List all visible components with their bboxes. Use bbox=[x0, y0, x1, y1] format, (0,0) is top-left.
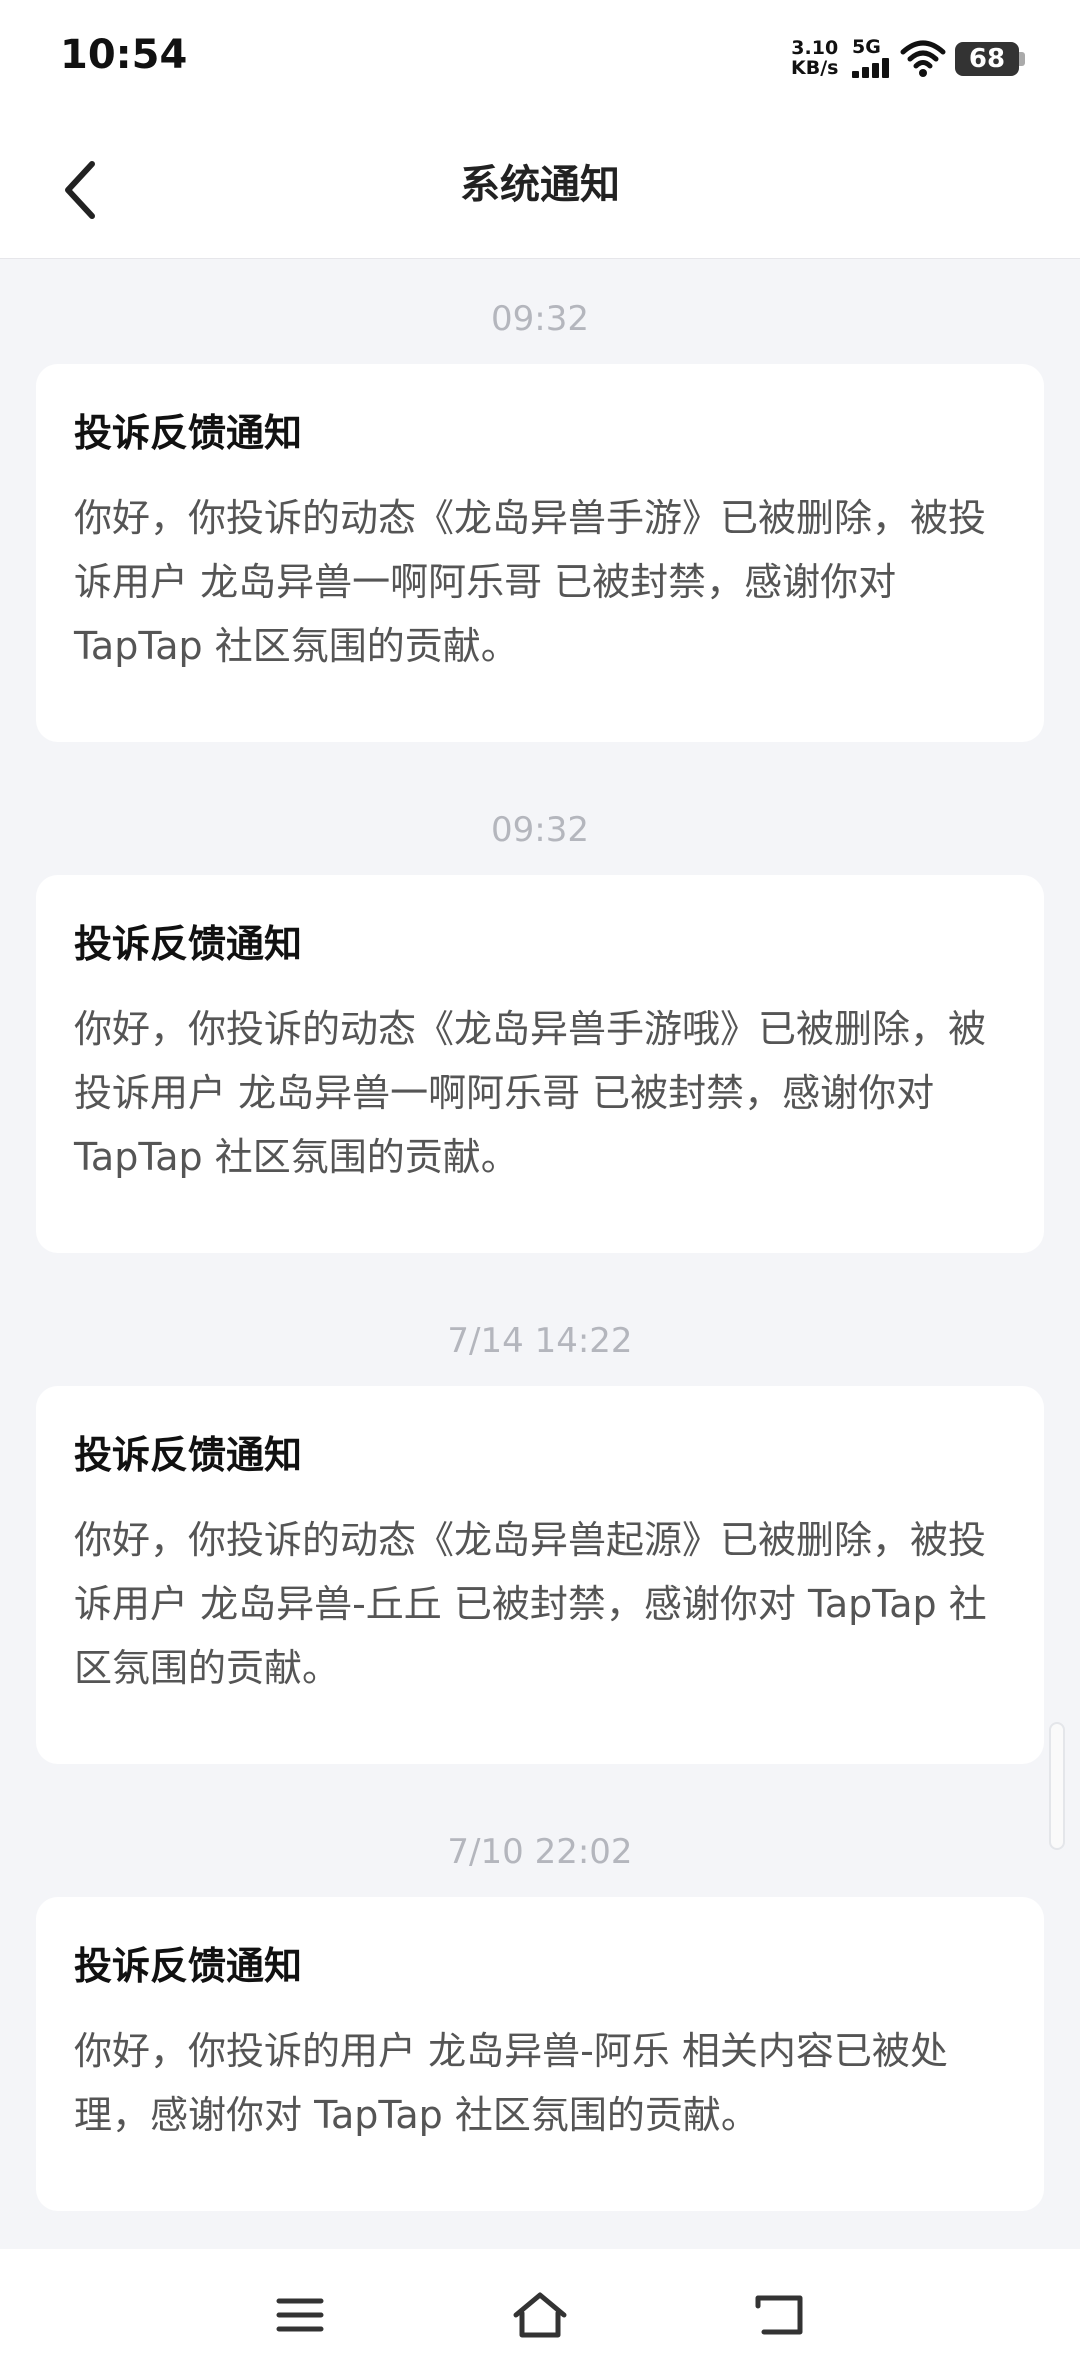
battery-icon: 68 bbox=[955, 42, 1019, 76]
notification-card[interactable]: 投诉反馈通知 你好，你投诉的动态《龙岛异兽手游哦》已被删除，被投诉用户 龙岛异兽… bbox=[36, 875, 1044, 1253]
wifi-icon bbox=[900, 40, 946, 77]
network-speed-unit: KB/s bbox=[791, 57, 839, 79]
network-speed-value: 3.10 bbox=[791, 37, 839, 59]
menu-button[interactable] bbox=[270, 2285, 330, 2345]
status-bar: 10:54 3.10 KB/s 5G 68 bbox=[0, 0, 1080, 120]
notification-title: 投诉反馈通知 bbox=[74, 1433, 303, 1477]
network-speed: 3.10 KB/s bbox=[791, 38, 838, 78]
notification-body: 你好，你投诉的动态《龙岛异兽手游》已被删除，被投诉用户 龙岛异兽一啊阿乐哥 已被… bbox=[74, 496, 987, 668]
notification-title: 投诉反馈通知 bbox=[74, 411, 303, 455]
scrollbar[interactable] bbox=[1049, 1722, 1065, 1850]
notification-body: 你好，你投诉的动态《龙岛异兽起源》已被删除，被投诉用户 龙岛异兽-丘丘 已被封禁… bbox=[74, 1518, 987, 1690]
back-nav-icon bbox=[755, 2295, 803, 2335]
notification-feed[interactable]: 09:32 投诉反馈通知 你好，你投诉的动态《龙岛异兽手游》已被删除，被投诉用户… bbox=[0, 259, 1080, 2249]
nav-bar: 系统通知 bbox=[0, 120, 1080, 259]
back-button[interactable] bbox=[40, 150, 120, 230]
system-nav-bar bbox=[0, 2249, 1080, 2376]
back-nav-button[interactable] bbox=[750, 2285, 810, 2345]
home-button[interactable] bbox=[510, 2285, 570, 2345]
notification-time: 7/14 14:22 bbox=[447, 1321, 633, 1361]
menu-icon bbox=[276, 2298, 324, 2332]
screen: 10:54 3.10 KB/s 5G 68 系统通知 09:32 投诉反馈通知 … bbox=[0, 0, 1080, 2376]
notification-time: 09:32 bbox=[491, 299, 589, 339]
status-time: 10:54 bbox=[60, 32, 188, 78]
notification-card[interactable]: 投诉反馈通知 你好，你投诉的用户 龙岛异兽-阿乐 相关内容已被处理，感谢你对 T… bbox=[36, 1897, 1044, 2211]
notification-title: 投诉反馈通知 bbox=[74, 1944, 303, 1988]
notification-body: 你好，你投诉的动态《龙岛异兽手游哦》已被删除，被投诉用户 龙岛异兽一啊阿乐哥 已… bbox=[74, 1007, 987, 1179]
notification-card[interactable]: 投诉反馈通知 你好，你投诉的动态《龙岛异兽起源》已被删除，被投诉用户 龙岛异兽-… bbox=[36, 1386, 1044, 1764]
battery-tip bbox=[1019, 52, 1025, 66]
page-title: 系统通知 bbox=[460, 162, 620, 208]
notification-time: 09:32 bbox=[491, 810, 589, 850]
home-icon bbox=[513, 2292, 567, 2338]
network-type: 5G bbox=[852, 36, 881, 58]
notification-card[interactable]: 投诉反馈通知 你好，你投诉的动态《龙岛异兽手游》已被删除，被投诉用户 龙岛异兽一… bbox=[36, 364, 1044, 742]
notification-body: 你好，你投诉的用户 龙岛异兽-阿乐 相关内容已被处理，感谢你对 TapTap 社… bbox=[74, 2029, 948, 2137]
battery-level: 68 bbox=[968, 44, 1006, 74]
notification-time: 7/10 22:02 bbox=[447, 1832, 633, 1872]
notification-title: 投诉反馈通知 bbox=[74, 922, 303, 966]
cellular-signal-icon: 5G bbox=[852, 36, 892, 80]
chevron-left-icon bbox=[65, 161, 95, 219]
